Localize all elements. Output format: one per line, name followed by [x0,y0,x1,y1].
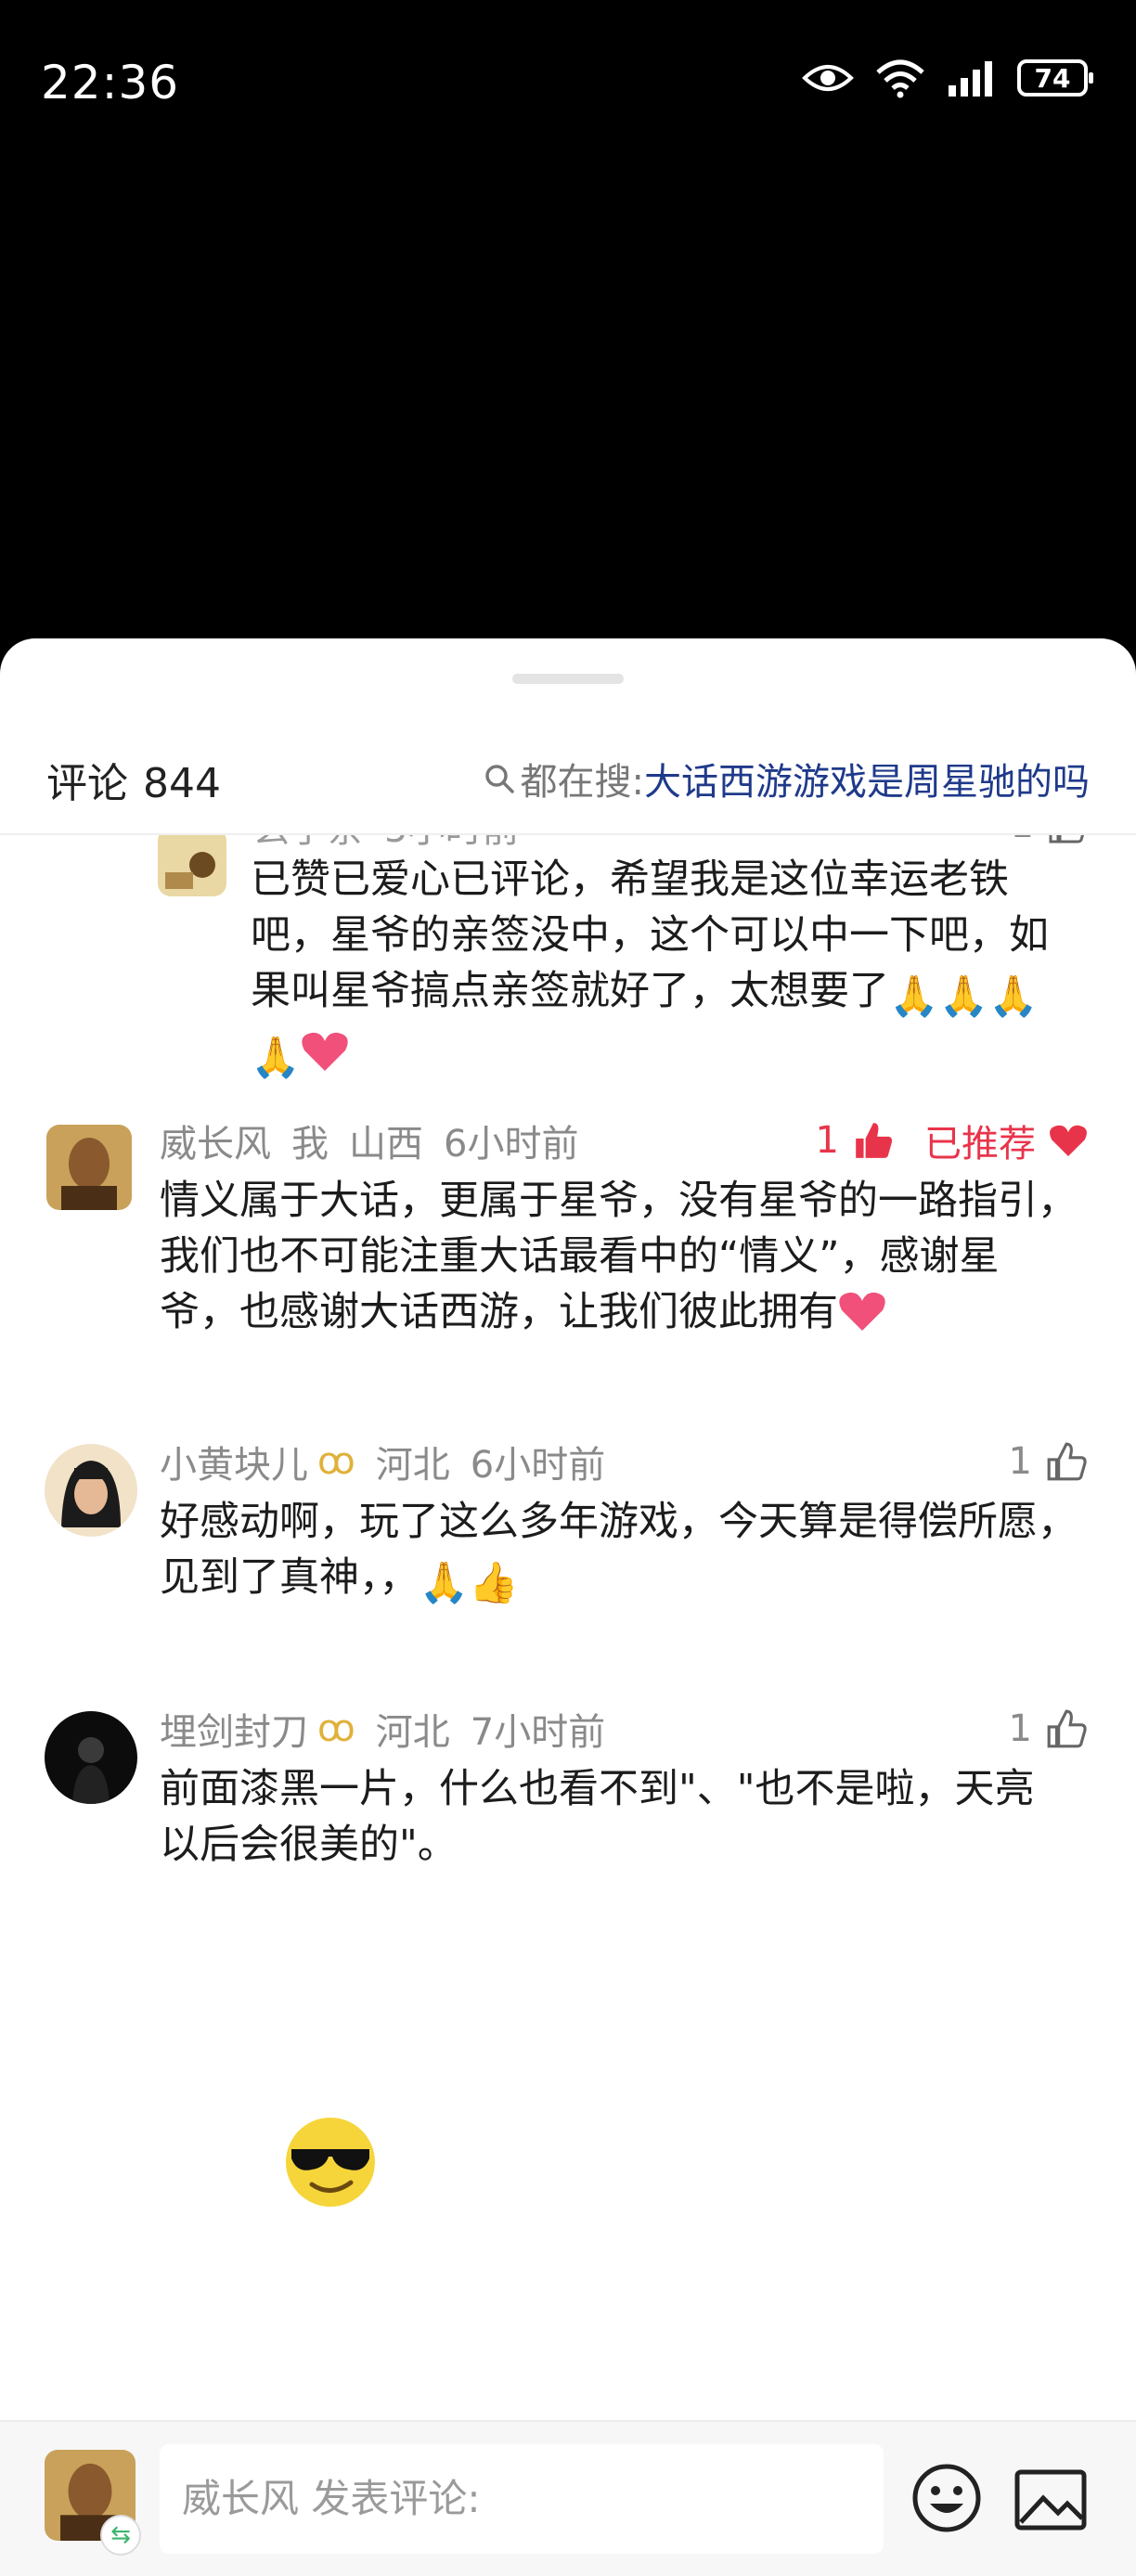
pray-thumbs-emoji: 🙏👍 [419,1560,519,1606]
comment-user[interactable]: 小黄块儿 [160,1435,308,1488]
pray-emoji: 🙏 [251,1035,301,1081]
page-title: 评论 844 [46,750,221,809]
sunglasses-sticker [286,2118,375,2207]
status-icons: 74 [802,58,1093,98]
thumbs-up-icon[interactable] [1047,835,1088,845]
search-label: 都在搜: [520,761,644,804]
switch-account-icon[interactable]: ⇆ [100,2515,141,2556]
comment-user[interactable]: 玄了亲 [252,835,364,853]
search-icon [484,765,514,793]
comment-location: 河北 [375,1444,450,1487]
comment-text-line: 以后会很美的"。 [160,1822,458,1868]
comment-input-bar: ⇆ 威长风 发表评论: [0,2420,1136,2576]
comment-time: 7小时前 [470,1711,606,1754]
fan-badge-icon: ꝏ [317,1707,355,1750]
comment-user[interactable]: 威长风 [160,1114,271,1167]
search-suggestion[interactable]: 都在搜: 大话西游游戏是周星驰的吗 [484,752,1090,805]
comment-time: 6小时前 [444,1123,579,1166]
avatar[interactable] [158,835,226,896]
heart-icon [301,1032,348,1071]
comment-text-line: 已赞已爱心已评论，希望我是这位幸运老铁 [251,857,1009,903]
self-tag: 我 [291,1123,329,1166]
comment-text-line: 果叫星爷搞点亲签就好了，太想要了 [251,968,889,1014]
title-label: 评论 [46,760,128,807]
status-bar: 22:36 74 [0,0,1136,167]
thumbs-up-icon[interactable] [1045,1440,1088,1483]
pray-emoji: 🙏🙏🙏 [889,973,1039,1020]
comment-time: 6小时前 [470,1444,606,1487]
wifi-icon [876,59,924,98]
comment-text-line: 爷，也感谢大话西游，让我们彼此拥有 [160,1289,838,1335]
comment-text-line: 我们也不可能注重大话最看中的“情义”，感谢星 [160,1233,1000,1280]
comment-text-line: 吧，星爷的亲签没中，这个可以中一下吧，如 [251,912,1049,959]
comment-user[interactable]: 埋剑封刀 [160,1702,308,1756]
like-count: 1 [1011,835,1034,846]
fan-badge-icon: ꝏ [317,1440,355,1483]
comment-sheet: 评论 844 都在搜: 大话西游游戏是周星驰的吗 玄了亲 5小时前 1 [0,638,1136,2576]
heart-icon [839,1292,885,1331]
avatar[interactable] [45,1444,137,1537]
comment-count: 844 [143,760,221,807]
comment-time: 5小时前 [384,835,519,853]
thumbs-up-icon[interactable] [852,1119,895,1162]
emoji-icon[interactable] [910,2461,984,2535]
comment-input[interactable]: 威长风 发表评论: [160,2444,884,2554]
avatar[interactable] [46,1125,132,1210]
comment-location: 山西 [349,1123,423,1166]
comment-list[interactable]: 玄了亲 5小时前 1 已赞已爱心已评论，希望我是这位幸运老铁 吧，星爷的亲签没中… [0,835,1136,2125]
signal-icon [949,61,992,97]
like-count: 1 [1008,1440,1032,1483]
status-time: 22:36 [41,56,180,109]
battery-icon: 74 [1017,59,1093,97]
eye-icon [802,65,854,91]
comment-text-line: 好感动啊，玩了这么多年游戏，今天算是得偿所愿， [160,1499,1078,1545]
drag-handle[interactable] [512,674,624,684]
thumbs-up-icon[interactable] [1045,1707,1088,1750]
comment-header: 评论 844 都在搜: 大话西游游戏是周星驰的吗 [0,731,1136,835]
image-icon[interactable] [1012,2463,1090,2537]
like-count: 1 [1008,1707,1032,1750]
comment-text-line: 见到了真神，， [160,1554,420,1601]
search-query[interactable]: 大话西游游戏是周星驰的吗 [644,752,1090,805]
comment-location: 河北 [375,1711,450,1754]
comment-text-line: 情义属于大话，更属于星爷，没有星爷的一路指引， [160,1178,1078,1224]
like-count: 1 [815,1119,839,1162]
comment-text-line: 前面漆黑一片，什么也看不到"、"也不是啦，天亮 [160,1766,1035,1812]
avatar[interactable] [45,1711,137,1804]
heart-icon[interactable] [1049,1123,1088,1158]
recommend-label[interactable]: 已推荐 [924,1114,1036,1167]
